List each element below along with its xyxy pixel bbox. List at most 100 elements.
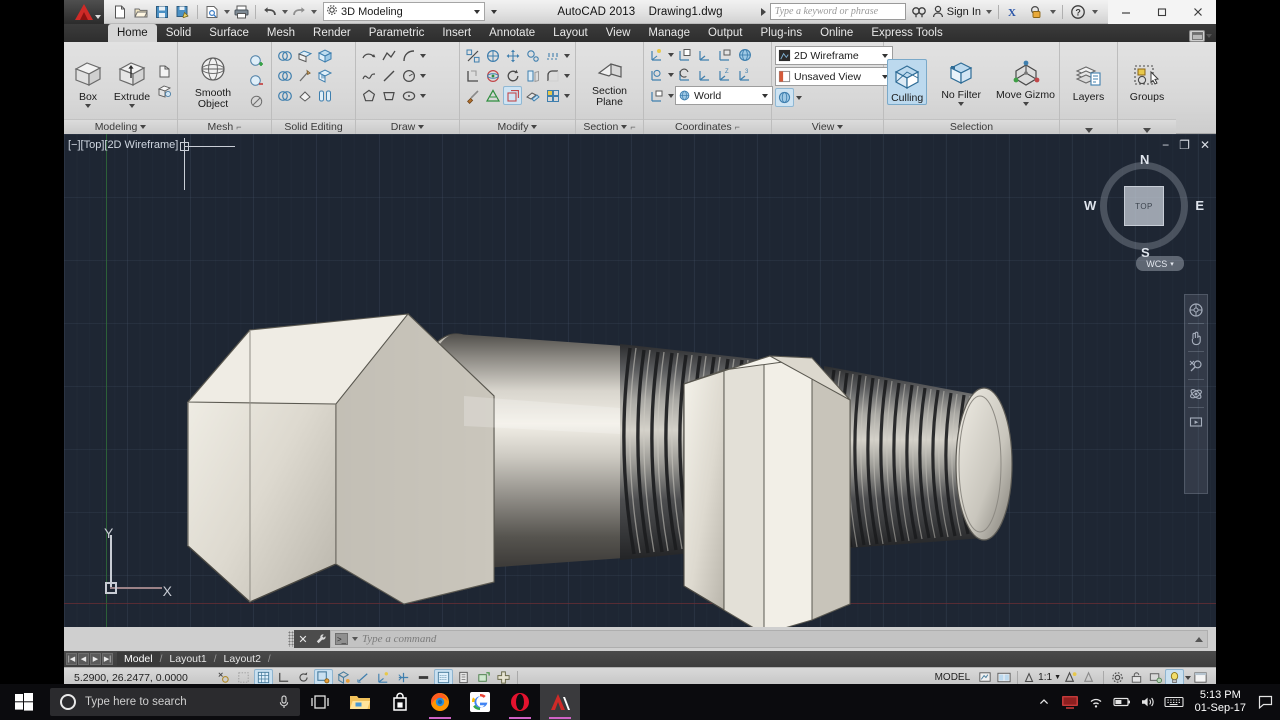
chevron-down-icon[interactable]: [1084, 128, 1093, 133]
plot-preview-icon[interactable]: [202, 2, 222, 22]
compass-north-label[interactable]: N: [1140, 152, 1149, 167]
polygon-button[interactable]: [359, 86, 378, 105]
grid-snap-toggle[interactable]: [254, 669, 273, 684]
compass-east-label[interactable]: E: [1195, 198, 1204, 213]
arc-button[interactable]: [399, 46, 418, 65]
slice-button[interactable]: [463, 46, 482, 65]
ucs-y-button[interactable]: Z: [715, 65, 734, 84]
close-button[interactable]: [1180, 0, 1216, 24]
object-snap-tracking-toggle[interactable]: [354, 669, 373, 684]
view-cube-face[interactable]: TOP: [1124, 186, 1164, 226]
viewport-config-button[interactable]: [775, 88, 794, 107]
interfere-button[interactable]: [523, 86, 542, 105]
gizmo-button[interactable]: Move Gizmo: [995, 57, 1056, 106]
line-button[interactable]: [379, 66, 398, 85]
shell-button[interactable]: [315, 66, 334, 85]
layout-tab-model[interactable]: Model: [117, 652, 160, 666]
section-plane-button[interactable]: Section Plane: [579, 55, 640, 108]
chevron-down-icon[interactable]: [762, 94, 768, 98]
drawing-area[interactable]: [−][Top][2D Wireframe] − ❐ ✕ TOP N S W E…: [64, 134, 1216, 627]
save-as-icon[interactable]: [173, 2, 193, 22]
smooth-object-button[interactable]: Smooth Object: [181, 53, 245, 110]
3d-array-button[interactable]: [543, 46, 562, 65]
3d-object-snap-toggle[interactable]: [334, 669, 353, 684]
bolt-nut-assembly-model[interactable]: [64, 134, 1216, 627]
3d-mirror-button[interactable]: [523, 66, 542, 85]
lineweight-toggle[interactable]: [414, 669, 433, 684]
space-toggle[interactable]: MODEL: [930, 672, 976, 683]
grid-display-toggle[interactable]: [234, 669, 253, 684]
ucs-x-button[interactable]: [695, 65, 714, 84]
battery-icon[interactable]: [1109, 684, 1135, 720]
solid-history-button[interactable]: [155, 82, 174, 101]
previous-layout-button[interactable]: ◀: [78, 653, 89, 665]
pan-icon[interactable]: [1186, 327, 1206, 348]
chevron-down-icon[interactable]: [420, 73, 426, 78]
help-icon[interactable]: ?: [1069, 3, 1087, 21]
clean-button[interactable]: [295, 86, 314, 105]
tab-annotate[interactable]: Annotate: [480, 24, 544, 42]
command-input[interactable]: >_ Type a command: [330, 630, 1208, 648]
tab-output[interactable]: Output: [699, 24, 752, 42]
ucs-previous-button[interactable]: [675, 65, 694, 84]
isolate-objects-button[interactable]: [1165, 669, 1184, 684]
command-line-settings-button[interactable]: [312, 630, 330, 648]
microsoft-store-icon[interactable]: [380, 684, 420, 720]
coordinate-display[interactable]: 5.2900, 26.2477, 0.0000: [64, 672, 214, 684]
tab-mesh[interactable]: Mesh: [258, 24, 304, 42]
next-layout-button[interactable]: ▶: [90, 653, 101, 665]
chevron-down-icon[interactable]: [129, 104, 135, 108]
ucs-display-button[interactable]: [647, 86, 666, 105]
wifi-icon[interactable]: [1083, 684, 1109, 720]
presspull-button[interactable]: [155, 62, 174, 81]
ellipse-button[interactable]: [399, 86, 418, 105]
mesh-to-solid-button[interactable]: [483, 86, 502, 105]
new-icon[interactable]: [110, 2, 130, 22]
move-button[interactable]: [503, 46, 522, 65]
taskbar-search-box[interactable]: Type here to search: [50, 688, 300, 716]
security-icon[interactable]: [1057, 684, 1083, 720]
quick-view-layouts-button[interactable]: [975, 669, 994, 684]
annotation-monitor-toggle[interactable]: [474, 669, 493, 684]
chevron-down-icon[interactable]: [796, 95, 802, 100]
plot-icon[interactable]: [231, 2, 251, 22]
task-view-icon[interactable]: [300, 684, 340, 720]
undo-icon[interactable]: [260, 2, 280, 22]
redo-icon[interactable]: [289, 2, 309, 22]
save-icon[interactable]: [152, 2, 172, 22]
chevron-down-icon[interactable]: [668, 93, 674, 98]
chevron-down-icon[interactable]: [668, 52, 674, 57]
tab-parametric[interactable]: Parametric: [360, 24, 434, 42]
chevron-down-icon[interactable]: [224, 9, 230, 14]
showmotion-icon[interactable]: [1186, 411, 1206, 432]
taper-face-button[interactable]: [295, 66, 314, 85]
transparency-toggle[interactable]: [434, 669, 453, 684]
union-button[interactable]: [275, 46, 294, 65]
chevron-down-icon[interactable]: [837, 125, 844, 129]
chevron-down-icon[interactable]: [668, 72, 674, 77]
file-explorer-icon[interactable]: [340, 684, 380, 720]
orbit-icon[interactable]: [1186, 383, 1206, 404]
named-view-selector[interactable]: Unsaved View: [775, 67, 893, 86]
layout-tab-layout1[interactable]: Layout1: [162, 652, 213, 666]
zoom-icon[interactable]: [1186, 355, 1206, 376]
panel-dialog-launcher-icon[interactable]: ⌐: [236, 122, 241, 132]
tab-surface[interactable]: Surface: [200, 24, 258, 42]
chevron-right-icon[interactable]: [760, 7, 766, 16]
fillet-edge-button[interactable]: [543, 66, 562, 85]
chevron-down-icon[interactable]: [564, 93, 570, 98]
ucs-face-button[interactable]: [715, 45, 734, 64]
panel-dialog-launcher-icon[interactable]: ⌐: [630, 122, 635, 132]
separate-button[interactable]: [315, 86, 334, 105]
dynamic-ucs-toggle[interactable]: [374, 669, 393, 684]
lock-toolbars-button[interactable]: [1127, 669, 1146, 684]
named-ucs-button[interactable]: [675, 45, 694, 64]
tab-manage[interactable]: Manage: [639, 24, 699, 42]
chevron-down-icon[interactable]: [958, 102, 965, 106]
view-cube[interactable]: TOP N S W E: [1084, 152, 1204, 260]
subtract-button[interactable]: [275, 66, 294, 85]
chevron-down-icon[interactable]: [418, 125, 425, 129]
layers-button[interactable]: Layers: [1066, 61, 1112, 103]
annotation-scale-selector[interactable]: 1:1 ▼: [1022, 671, 1061, 685]
compass-west-label[interactable]: W: [1084, 198, 1096, 213]
